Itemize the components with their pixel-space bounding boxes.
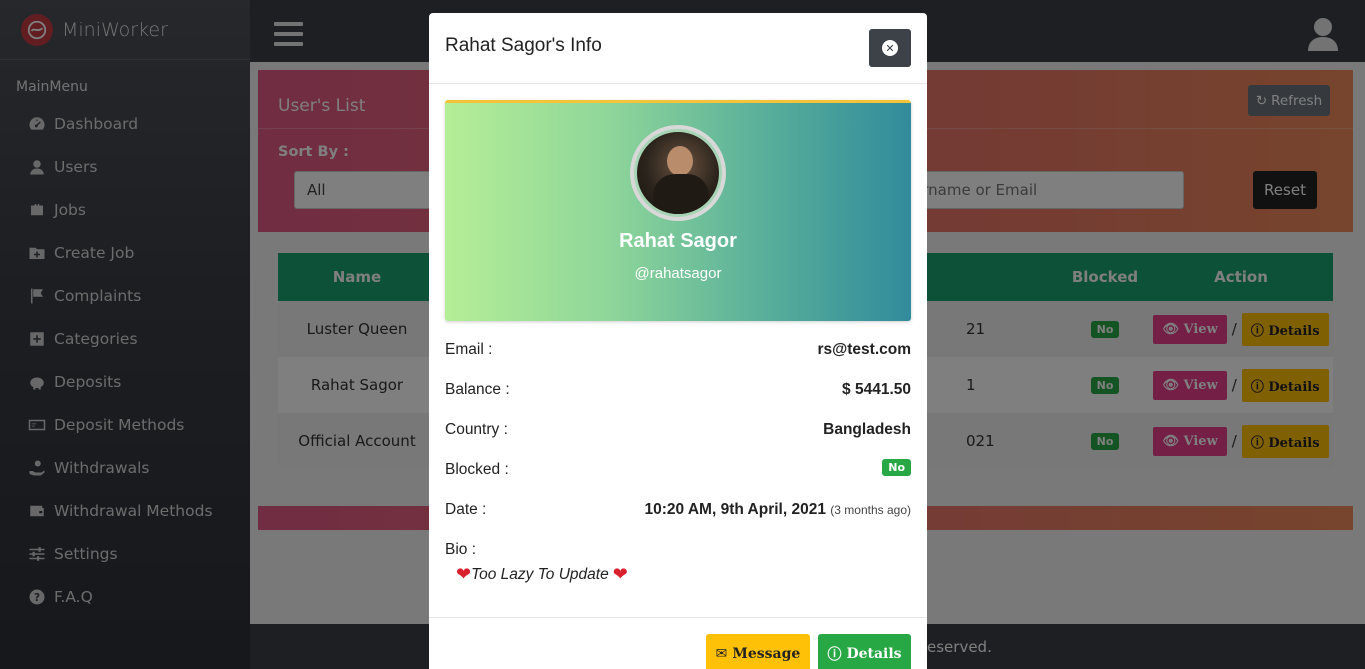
country-row: Country : Bangladesh	[445, 420, 911, 440]
modal-title: Rahat Sagor's Info	[445, 35, 602, 56]
modal-header: Rahat Sagor's Info ✕	[429, 13, 927, 84]
bio-value: Too Lazy To Update	[471, 565, 609, 583]
date-row: Date : 10:20 AM, 9th April, 2021 (3 mont…	[445, 500, 911, 520]
heart-icon: ❤︎	[456, 564, 472, 584]
bio-text: ❤︎ Too Lazy To Update ❤︎	[456, 564, 628, 585]
avatar	[630, 125, 726, 221]
blocked-label: Blocked :	[445, 461, 509, 478]
email-row: Email : rs@test.com	[445, 340, 911, 360]
profile-username: @rahatsagor	[634, 265, 722, 282]
user-info-modal: Rahat Sagor's Info ✕ Rahat Sagor @rahats…	[429, 13, 927, 669]
heart-icon: ❤︎	[612, 564, 628, 584]
bio-label: Bio :	[445, 541, 477, 558]
email-value: rs@test.com	[817, 341, 911, 358]
profile-card: Rahat Sagor @rahatsagor	[445, 100, 911, 321]
blocked-row: Blocked : No	[445, 458, 911, 480]
envelope-icon: ✉	[715, 646, 728, 662]
balance-value: $ 5441.50	[842, 381, 911, 398]
close-circle-icon: ✕	[882, 40, 898, 56]
balance-row: Balance : $ 5441.50	[445, 380, 911, 400]
details-button[interactable]: ⓘ Details	[818, 634, 911, 669]
date-relative: (3 months ago)	[830, 503, 911, 517]
details-label: Details	[846, 646, 902, 662]
status-badge: No	[882, 458, 911, 476]
info-icon: ⓘ	[827, 647, 842, 663]
date-value: 10:20 AM, 9th April, 2021	[644, 501, 826, 518]
profile-name: Rahat Sagor	[619, 230, 737, 252]
bio-row: Bio :	[445, 540, 911, 560]
balance-label: Balance :	[445, 381, 510, 398]
message-button[interactable]: ✉ Message	[706, 634, 810, 669]
close-button[interactable]: ✕	[869, 29, 911, 67]
email-label: Email :	[445, 341, 493, 358]
country-label: Country :	[445, 421, 508, 438]
date-label: Date :	[445, 501, 487, 518]
message-label: Message	[732, 646, 801, 662]
modal-footer: ✉ Message ⓘ Details	[429, 617, 927, 669]
country-value: Bangladesh	[823, 421, 911, 438]
